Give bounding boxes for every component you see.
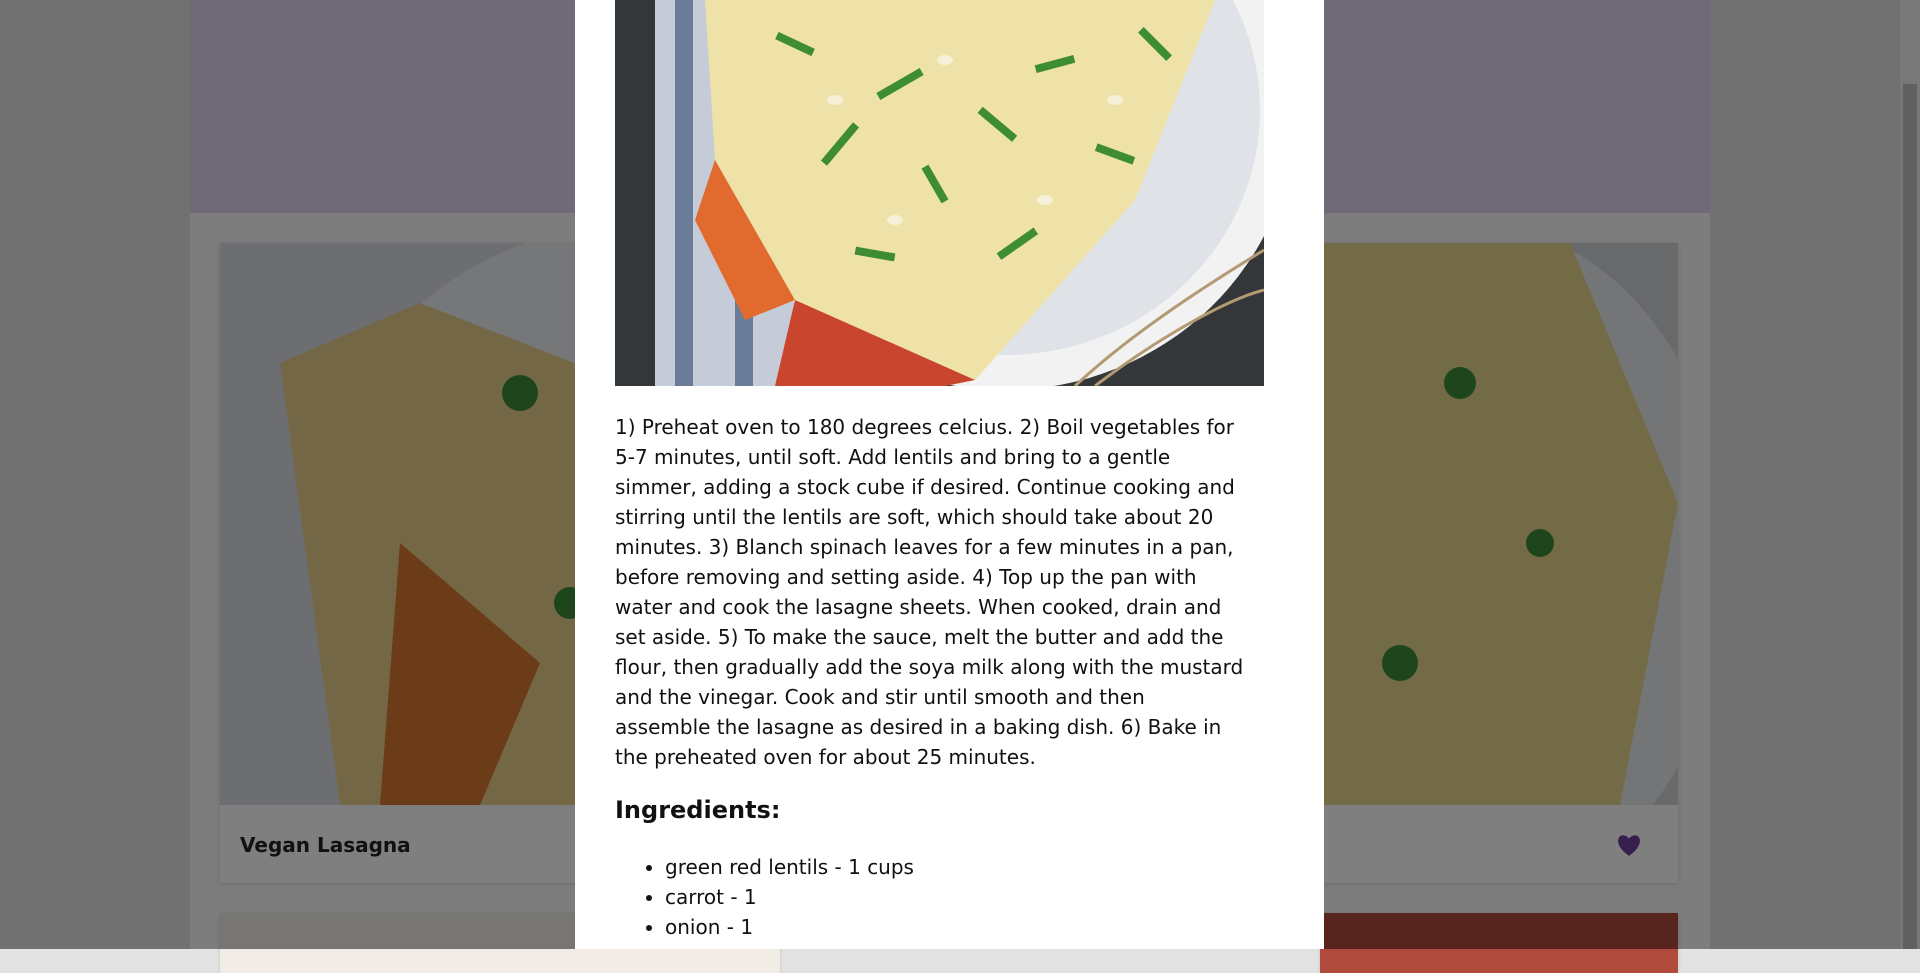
ingredients-list: green red lentils - 1 cups carrot - 1 on… xyxy=(615,852,914,942)
recipe-modal: 1) Preheat oven to 180 degrees celcius. … xyxy=(575,0,1324,949)
recipe-method: 1) Preheat oven to 180 degrees celcius. … xyxy=(615,415,1244,769)
list-item: onion - 1 xyxy=(665,912,914,942)
ingredients-heading: Ingredients: xyxy=(615,796,781,824)
list-item: carrot - 1 xyxy=(665,882,914,912)
list-item: green red lentils - 1 cups xyxy=(665,852,914,882)
recipe-image xyxy=(615,0,1264,386)
